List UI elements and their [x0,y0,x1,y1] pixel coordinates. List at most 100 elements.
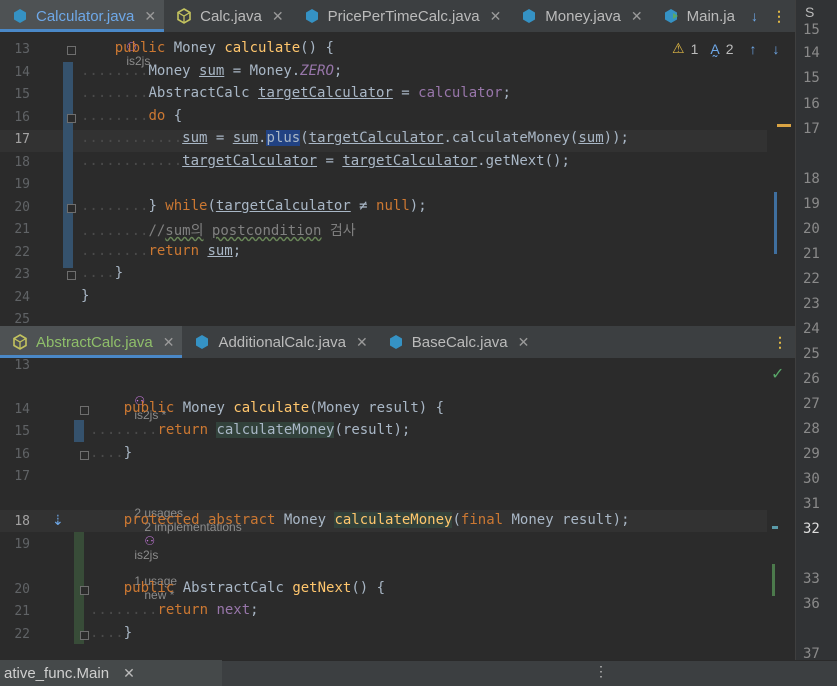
close-icon[interactable]: ✕ [490,8,502,25]
line-number: 23 [14,267,30,282]
tab-label: AdditionalCalc.java [218,333,347,351]
implemented-icon[interactable]: ⇣ [52,512,64,529]
line-number: 16 [14,447,30,462]
scroll-marker [772,564,775,596]
scroll-marker [772,526,778,529]
line-number: 33 [803,571,820,587]
more-vertical-icon[interactable]: ⋮ [594,663,608,680]
line-number: 21 [803,246,820,262]
line-number: 24 [803,321,820,337]
close-icon[interactable]: ✕ [272,8,284,25]
line-number: 13 [14,358,30,373]
close-icon[interactable]: ✕ [144,8,156,25]
tab-abstract-calc[interactable]: AbstractCalc.java ✕ [0,326,183,358]
line-number: 28 [803,421,820,437]
vcs-change-bar [74,420,84,442]
line-number: 14 [14,65,30,80]
line-number: 22 [14,627,30,642]
code-line: ....} [90,445,133,461]
line-number: 15 [803,70,820,86]
code-line: ............sum = sum.plus(targetCalcula… [81,130,629,146]
code-line: public AbstractCalc getNext() { [123,580,386,596]
line-number: 15 [803,22,820,38]
line-number: 22 [14,245,30,260]
scroll-marker [777,124,791,127]
line-number: 31 [803,496,820,512]
right-tab-stub[interactable]: S [805,4,814,20]
code-line: ........do { [81,108,183,124]
inspection-widget[interactable]: ⚠ 1 A̰ 2 ↑ ↓ [672,40,780,57]
run-tab[interactable]: ative_func.Main ✕ [0,660,222,686]
check-icon[interactable]: ✓ [771,364,784,384]
tab-price-per-time-calc[interactable]: PricePerTimeCalc.java ✕ [292,0,510,32]
fold-marker[interactable] [67,114,76,123]
line-number: 16 [803,96,820,112]
tab-main[interactable]: Main.ja [651,0,743,32]
line-number: 17 [14,469,30,484]
scroll-marker [774,192,777,254]
line-number: 17 [14,132,30,147]
vcs-change-bar [63,62,73,268]
main-class-icon [663,8,679,24]
fold-marker[interactable] [80,586,89,595]
tab-label: PricePerTimeCalc.java [327,7,480,25]
line-number: 36 [803,596,820,612]
tab-base-calc[interactable]: BaseCalc.java ✕ [376,326,538,358]
line-number: 20 [803,221,820,237]
more-vertical-icon[interactable]: ⋮ [773,334,787,351]
code-line: } [81,288,90,304]
line-number: 20 [14,200,30,215]
fold-marker[interactable] [67,204,76,213]
close-icon[interactable]: ✕ [631,8,643,25]
close-icon[interactable]: ✕ [163,334,175,351]
code-line: ........Money sum = Money.ZERO; [81,63,343,79]
tab-label: AbstractCalc.java [36,333,153,351]
tab-tools: ⋮ [765,326,795,358]
tab-label: Calc.java [200,7,262,25]
tab-label: BaseCalc.java [411,333,508,351]
line-number: 32 [803,521,820,537]
line-number: 19 [14,537,30,552]
java-class-icon [12,8,28,24]
line-number: 13 [14,42,30,57]
fold-marker[interactable] [67,271,76,280]
tab-label: Calculator.java [36,7,135,25]
tab-additional-calc[interactable]: AdditionalCalc.java ✕ [182,326,375,358]
close-icon[interactable]: ✕ [123,665,135,682]
java-class-icon [388,334,404,350]
line-number: 18 [803,171,820,187]
more-vertical-icon[interactable]: ⋮ [772,8,786,25]
tab-money[interactable]: Money.java ✕ [509,0,650,32]
code-line: ............targetCalculator = targetCal… [81,153,570,169]
fold-marker[interactable] [80,406,89,415]
tab-calculator[interactable]: Calculator.java ✕ [0,0,165,32]
line-number: 29 [803,446,820,462]
line-number: 18 [14,514,30,529]
code-line: ........AbstractCalc targetCalculator = … [81,85,511,101]
line-number: 16 [14,110,30,125]
code-line: ........//sum의 postcondition 검사 [81,223,356,239]
chevron-down-icon[interactable]: ↓ [751,8,758,24]
arrow-up-icon[interactable]: ↑ [750,41,757,57]
code-line: ....} [81,265,124,281]
code-line: ....} [90,625,133,641]
code-line: public Money calculate() { [114,40,334,56]
top-editor[interactable]: ⚇ is2js ⚠ 1 A̰ 2 ↑ ↓ 13 14 15 16 17 18 1… [0,32,795,324]
close-icon[interactable]: ✕ [518,334,530,351]
fold-marker[interactable] [80,451,89,460]
fold-marker[interactable] [67,46,76,55]
code-line: ........} while(targetCalculator ≠ null)… [81,198,427,214]
line-number: 14 [803,45,820,61]
fold-marker[interactable] [80,631,89,640]
line-number: 22 [803,271,820,287]
line-number: 27 [803,396,820,412]
arrow-down-icon[interactable]: ↓ [773,41,780,57]
tab-calc[interactable]: Calc.java ✕ [164,0,291,32]
run-tab-label: ative_func.Main [4,664,110,682]
bottom-editor[interactable]: 13 14 15 16 17 18 19 20 21 22 ⇣ ⚇ is2js … [0,358,795,660]
close-icon[interactable]: ✕ [356,334,368,351]
bottom-tab-bar: AbstractCalc.java ✕ AdditionalCalc.java … [0,326,795,358]
java-class-icon [304,8,320,24]
java-class-icon [194,334,210,350]
line-number: 15 [14,424,30,439]
